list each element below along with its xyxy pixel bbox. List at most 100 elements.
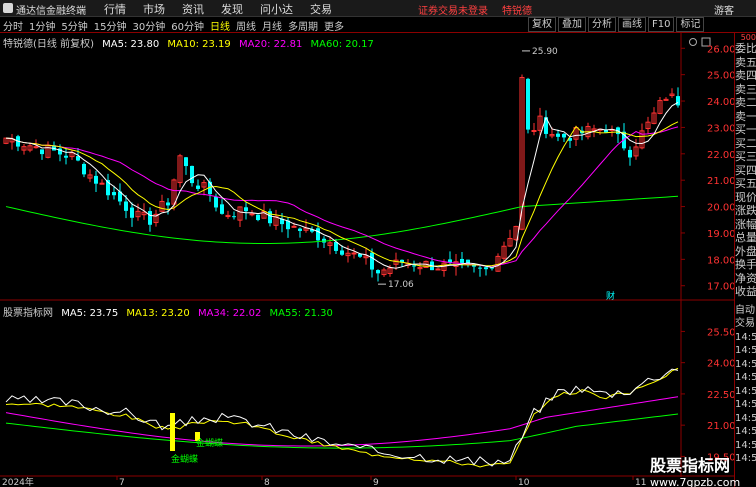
y-tick-label: 22.00 bbox=[707, 150, 734, 161]
y-tick-label: 20.00 bbox=[707, 203, 734, 214]
panel-label: 卖五 bbox=[735, 55, 756, 69]
panel-label: 总量 bbox=[735, 231, 756, 244]
chart-tools: 复权 叠加 分析 画线 F10 标记 bbox=[528, 17, 706, 32]
sub-chart-title: 股票指标网 bbox=[3, 308, 53, 319]
candle-body bbox=[351, 252, 357, 255]
trade-tick-label: 14:56 bbox=[735, 412, 756, 424]
candle-body bbox=[94, 175, 98, 184]
guest-user[interactable]: 游客 bbox=[714, 2, 734, 17]
panel-label: 卖四 bbox=[735, 69, 756, 82]
candle-body bbox=[249, 213, 255, 216]
tab-period[interactable]: 1分钟 bbox=[29, 18, 55, 33]
panel-label: 收益 bbox=[735, 285, 756, 298]
panel-label: 涨幅 bbox=[735, 217, 756, 231]
tab-period[interactable]: 更多 bbox=[324, 18, 344, 33]
y-tick-label: 23.00 bbox=[707, 123, 734, 134]
tab-period[interactable]: 30分钟 bbox=[132, 18, 165, 33]
x-tick-label: 9 bbox=[373, 478, 379, 487]
candle-body bbox=[33, 146, 39, 149]
menu-item-markets[interactable]: 市场 bbox=[143, 1, 165, 17]
f10-button[interactable]: F10 bbox=[648, 17, 675, 32]
overlay-button[interactable]: 叠加 bbox=[558, 17, 586, 32]
candle-body bbox=[484, 267, 488, 270]
candle-body bbox=[184, 157, 188, 167]
settings-icon bbox=[689, 38, 697, 46]
ma5-label: MA5: 23.80 bbox=[102, 39, 160, 50]
panel-label: 涨跌 bbox=[735, 204, 756, 217]
panel-label: 外盘 bbox=[735, 244, 756, 258]
watermark-title: 股票指标网 bbox=[650, 456, 731, 475]
ma60-line bbox=[5, 195, 679, 245]
candle-body bbox=[562, 133, 566, 138]
ma5-sub-label: MA5: 23.75 bbox=[61, 308, 119, 319]
tab-period[interactable]: 5分钟 bbox=[61, 18, 87, 33]
candle-body bbox=[556, 133, 560, 137]
candle-body bbox=[628, 149, 632, 158]
candle-body bbox=[478, 267, 482, 269]
candle-body bbox=[526, 78, 530, 130]
candle-body bbox=[676, 96, 680, 106]
main-menu: 行情 市场 资讯 发现 问小达 交易 bbox=[104, 1, 349, 17]
analysis-button[interactable]: 分析 bbox=[588, 17, 616, 32]
tab-period[interactable]: 60分钟 bbox=[171, 18, 204, 33]
tab-period[interactable]: 周线 bbox=[236, 18, 256, 33]
indicator-chart[interactable]: 25.50 24.00 22.50 21.00 19.50 金蝴蝶 金蝴蝶 股票指标网 MA… bbox=[0, 301, 736, 477]
menu-item-ask[interactable]: 问小达 bbox=[260, 1, 293, 17]
candle-body bbox=[291, 225, 297, 228]
candle-body bbox=[531, 130, 537, 133]
y-tick-label: 24.00 bbox=[707, 97, 734, 108]
quote-panel: 500 委比 卖五 卖四 卖三 卖二 卖一 买一 买二 买三 买四 买五 现价 涨跌 涨幅 总量 外盘 换手 净资… bbox=[734, 33, 756, 487]
y-tick-label: 26.00 bbox=[707, 44, 734, 55]
period-tabs: 分时 1分钟 5分钟 15分钟 30分钟 60分钟 日线 周线 月线 多周期 更… bbox=[3, 18, 350, 33]
ma55-line bbox=[5, 413, 679, 449]
mark-button[interactable]: 标记 bbox=[676, 17, 705, 32]
y-tick-label: 18.00 bbox=[707, 255, 734, 266]
ma34-line bbox=[5, 396, 679, 447]
candle-body bbox=[148, 211, 152, 225]
panel-label: 净资 bbox=[735, 271, 756, 285]
adjust-button[interactable]: 复权 bbox=[528, 17, 556, 32]
login-status[interactable]: 证券交易未登录 bbox=[418, 2, 488, 17]
ma13-sub-label: MA13: 23.20 bbox=[126, 308, 190, 319]
draw-line-button[interactable]: 画线 bbox=[618, 17, 646, 32]
panel-label: 买一 bbox=[735, 123, 756, 136]
candle-body bbox=[99, 182, 105, 185]
candle-body bbox=[196, 185, 200, 189]
candle-body bbox=[214, 196, 218, 208]
tab-period[interactable]: 分时 bbox=[3, 18, 23, 33]
y-tick-label: 17.00 bbox=[707, 282, 734, 293]
panel-label: 买二 bbox=[735, 136, 756, 150]
menu-item-trade[interactable]: 交易 bbox=[310, 1, 332, 17]
candle-body bbox=[340, 250, 344, 255]
tab-period[interactable]: 15分钟 bbox=[94, 18, 127, 33]
candle-body bbox=[370, 252, 374, 270]
menu-item-discover[interactable]: 发现 bbox=[221, 1, 243, 17]
menu-item-news[interactable]: 资讯 bbox=[182, 1, 204, 17]
panel-label: 卖三 bbox=[735, 82, 756, 96]
candle-body bbox=[316, 228, 320, 241]
kline-chart[interactable]: 26.00 25.00 24.00 23.00 22.00 21.00 20.00 19.00… bbox=[0, 33, 736, 302]
y-tick-label: 25.50 bbox=[707, 327, 734, 338]
candle-body bbox=[82, 163, 86, 175]
y-tick-label: 21.00 bbox=[707, 176, 734, 187]
tab-period[interactable]: 日线 bbox=[210, 18, 230, 33]
ma10-label: MA10: 23.19 bbox=[167, 39, 231, 50]
indicator-canvas[interactable]: 25.5024.0022.5021.0019.50金蝴蝶金蝴蝶 bbox=[0, 301, 736, 477]
panel-label: 现价 bbox=[735, 190, 756, 204]
trade-tick-label: 自动 bbox=[735, 304, 755, 316]
panel-label: 卖一 bbox=[735, 109, 756, 123]
candle-body bbox=[220, 204, 224, 214]
menu-item-market[interactable]: 行情 bbox=[104, 1, 126, 17]
kline-canvas[interactable]: 26.00 25.00 24.00 23.00 22.00 21.00 20.00 19.00… bbox=[0, 33, 736, 302]
finance-marker: 财 bbox=[606, 290, 615, 301]
panel-label: 卖二 bbox=[735, 96, 756, 109]
watermark-url: www.7gpzb.com bbox=[650, 476, 741, 487]
title-bar: 通达信金融终端 行情 市场 资讯 发现 问小达 交易 证券交易未登录 特锐德 游… bbox=[0, 0, 756, 17]
ma60-label: MA60: 20.17 bbox=[310, 39, 374, 50]
candle-body bbox=[64, 155, 68, 158]
trade-tick-label: 14:56 bbox=[735, 385, 756, 397]
tab-period[interactable]: 月线 bbox=[262, 18, 282, 33]
tab-period[interactable]: 多周期 bbox=[288, 18, 318, 33]
stock-name: 特锐德 bbox=[502, 6, 532, 17]
panel-top-value: 500 bbox=[740, 33, 756, 42]
